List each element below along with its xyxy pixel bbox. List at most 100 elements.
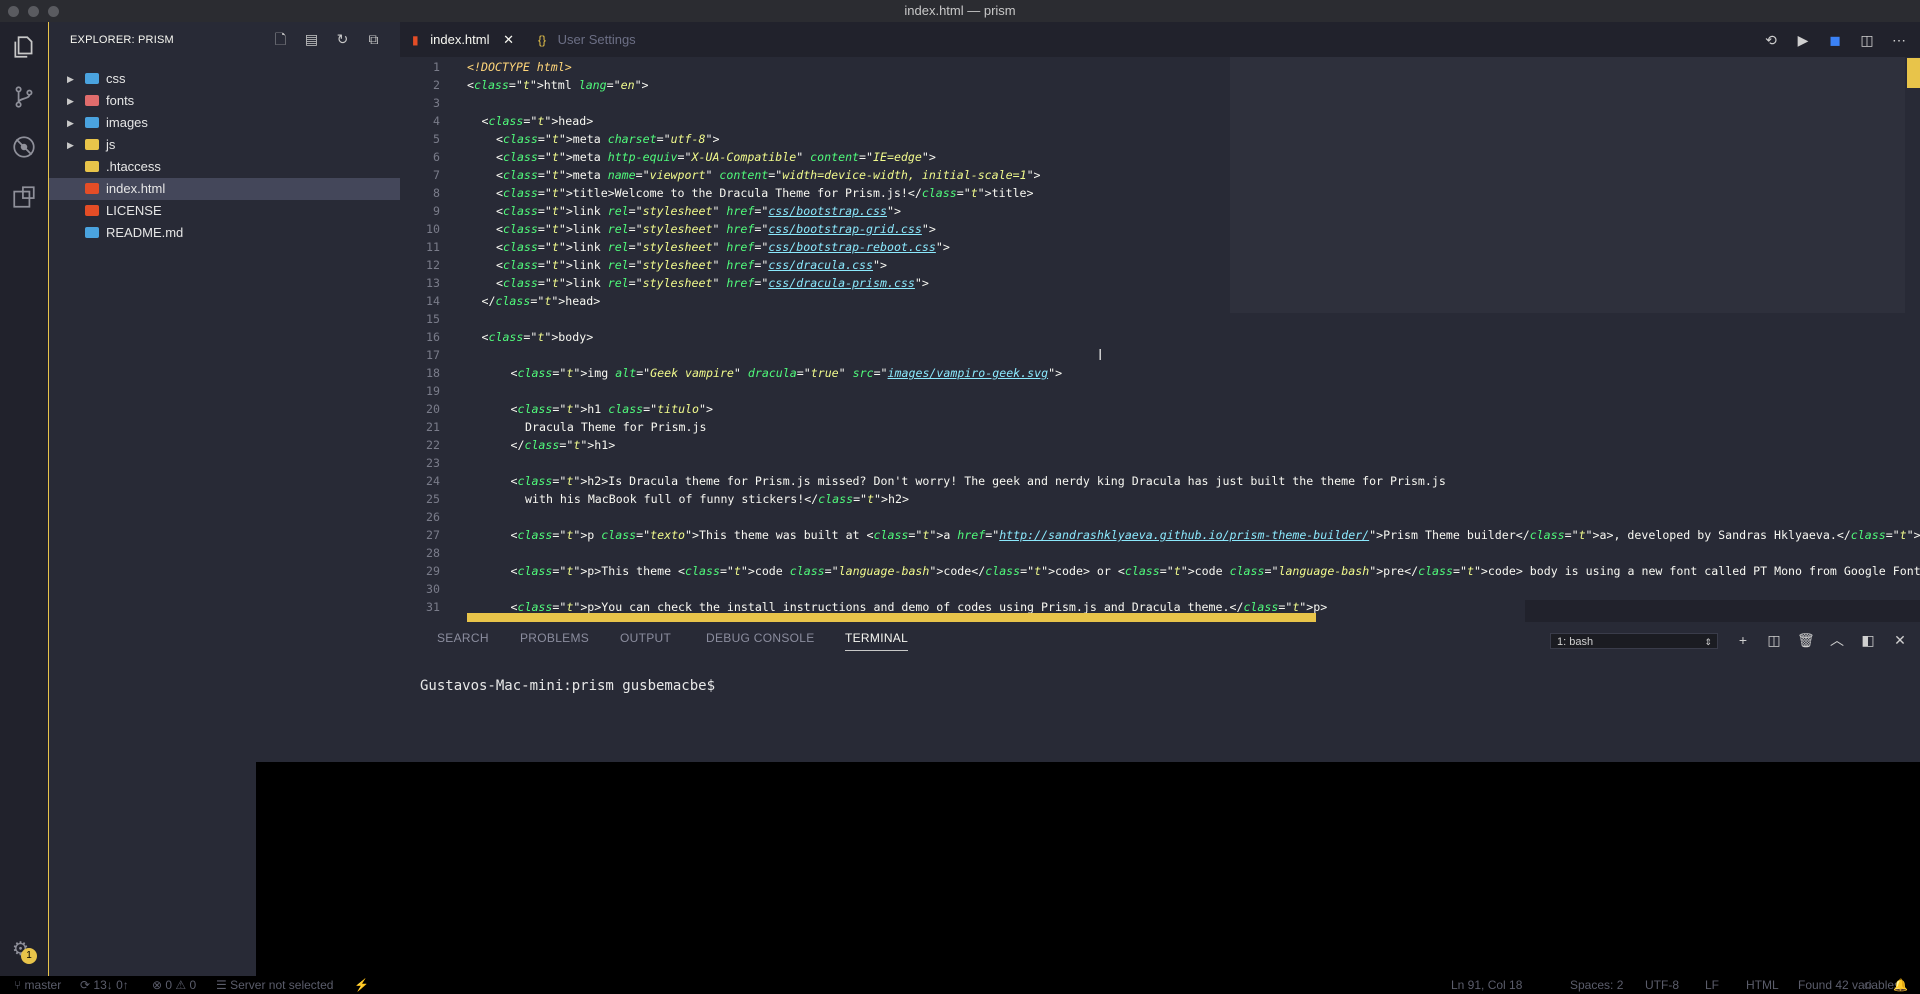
tab-output[interactable]: OUTPUT — [620, 631, 671, 645]
language-status[interactable]: HTML — [1746, 976, 1779, 994]
code-line: 8 <class="t">title>Welcome to the Dracula… — [400, 184, 1915, 202]
tab-debug-console[interactable]: DEBUG CONSOLE — [706, 631, 815, 645]
terminal-select-value: 1: bash — [1557, 636, 1594, 648]
code-line: 20 <class="t">h1 class="titulo"> — [400, 400, 1915, 418]
sync-status[interactable]: ⟳ 13↓ 0↑ — [80, 976, 129, 994]
tree-item-label: LICENSE — [106, 203, 162, 218]
collapse-all-icon[interactable]: ⧉ — [365, 31, 382, 48]
code-line: 13 <class="t">link rel="stylesheet" href=… — [400, 274, 1915, 292]
code-text: <class="t">img alt="Geek vampire" dracul… — [510, 366, 1063, 380]
variables-status: Found 42 variables — [1798, 978, 1901, 992]
code-text: <class="t">link rel="stylesheet" href="c… — [496, 204, 901, 218]
line-number: 15 — [426, 312, 440, 326]
activity-bar — [0, 22, 49, 976]
chevron-right-icon[interactable]: ▶ — [67, 90, 74, 112]
tree-item-license[interactable]: LICENSE — [49, 200, 400, 222]
tab-index-html[interactable]: ▮ index.html ✕ — [412, 22, 514, 57]
notification-badge: 1 — [21, 948, 37, 964]
code-editor[interactable]: 1 <!DOCTYPE html> 2 <class="t">html lang="e… — [400, 57, 1920, 645]
tab-problems[interactable]: PROBLEMS — [520, 631, 589, 645]
close-panel-icon[interactable]: ✕ — [1892, 632, 1908, 648]
line-number: 20 — [426, 402, 440, 416]
tab-user-settings[interactable]: {} User Settings — [538, 22, 636, 57]
branch-status[interactable]: ⑂ master — [14, 976, 61, 994]
tab-terminal[interactable]: TERMINAL — [845, 631, 909, 651]
code-line: 7 <class="t">meta name="viewport" content… — [400, 166, 1915, 184]
problems-status[interactable]: ⊗ 0 ⚠ 0 — [152, 976, 196, 994]
tree-item-htaccess[interactable]: .htaccess — [49, 156, 400, 178]
new-folder-icon[interactable]: ▤ — [303, 31, 320, 48]
indent-status[interactable]: Spaces: 2 — [1570, 976, 1623, 994]
tree-item-index-html[interactable]: index.html — [49, 178, 400, 200]
extensions-icon[interactable] — [10, 184, 38, 212]
code-text: <class="t">meta name="viewport" content=… — [496, 168, 1041, 182]
code-line: 9 <class="t">link rel="stylesheet" href="… — [400, 202, 1915, 220]
line-number: 28 — [426, 546, 440, 560]
code-text: <class="t">meta charset="utf-8"> — [496, 132, 720, 146]
split-editor-icon[interactable]: ◫ — [1858, 31, 1876, 49]
code-line: 18 <class="t">img alt="Geek vampire" drac… — [400, 364, 1915, 382]
tree-item-images[interactable]: ▶ images — [49, 112, 400, 134]
more-actions-icon[interactable]: ⋯ — [1890, 31, 1908, 49]
new-terminal-icon[interactable]: + — [1735, 632, 1751, 648]
line-number: 16 — [426, 330, 440, 344]
lightning-icon[interactable]: ⚡ — [354, 976, 369, 994]
tree-item-readme-md[interactable]: README.md — [49, 222, 400, 244]
tree-item-label: css — [106, 71, 126, 86]
maximize-panel-icon[interactable]: ︿ — [1829, 632, 1845, 648]
tab-search[interactable]: SEARCH — [437, 631, 489, 645]
line-number: 27 — [426, 528, 440, 542]
code-line: 25 with his MacBook full of funny sticker… — [400, 490, 1915, 508]
terminal-prompt[interactable]: Gustavos-Mac-mini:prism gusbemacbe$ — [420, 678, 715, 694]
code-line: 27 <class="t">p class="texto">This theme … — [400, 526, 1920, 544]
refresh-icon[interactable]: ↻ — [334, 31, 351, 48]
chevron-right-icon[interactable]: ▶ — [67, 134, 74, 156]
close-icon[interactable]: ✕ — [503, 32, 514, 47]
run-icon[interactable]: ▶ — [1794, 31, 1812, 49]
toggle-panel-position-icon[interactable]: ◧ — [1860, 632, 1876, 648]
chevron-updown-icon: ⇕ — [1704, 637, 1712, 647]
tree-item-label: fonts — [106, 93, 135, 108]
close-window-button[interactable] — [8, 6, 19, 17]
eol-status[interactable]: LF — [1705, 976, 1719, 994]
bell-icon[interactable]: 🔔 — [1893, 976, 1908, 994]
line-number: 1 — [433, 60, 440, 74]
trash-icon[interactable]: 🗑 — [1797, 632, 1815, 648]
split-terminal-icon[interactable]: ◫ — [1766, 632, 1782, 648]
code-line: 17 — [400, 346, 1915, 364]
html5-icon: ▮ — [412, 33, 419, 47]
debug-icon[interactable] — [10, 134, 38, 162]
line-number: 29 — [426, 564, 440, 578]
code-line: 30 — [400, 580, 1915, 598]
tree-item-fonts[interactable]: ▶ fonts — [49, 90, 400, 112]
terminal-select[interactable]: 1: bash ⇕ — [1550, 633, 1718, 649]
server-status[interactable]: ☰ Server not selected — [216, 976, 333, 994]
code-line: 1 <!DOCTYPE html> — [400, 58, 1915, 76]
tree-item-css[interactable]: ▶ css — [49, 68, 400, 90]
explorer-sidebar: EXPLORER: PRISM 🗋 ▤ ↻ ⧉ ▶ css ▶ fonts ▶ image… — [49, 22, 400, 762]
encoding-status[interactable]: UTF-8 — [1645, 976, 1679, 994]
line-number: 2 — [433, 78, 440, 92]
explorer-header: EXPLORER: PRISM — [70, 34, 174, 46]
chevron-right-icon[interactable]: ▶ — [67, 68, 74, 90]
open-changes-icon[interactable]: ⟲ — [1762, 31, 1780, 49]
code-line: 15 — [400, 310, 1915, 328]
chevron-right-icon[interactable]: ▶ — [67, 112, 74, 134]
deploy-icon[interactable]: ◼ — [1826, 31, 1844, 49]
source-control-icon[interactable] — [10, 84, 38, 112]
zoom-window-button[interactable] — [48, 6, 59, 17]
explorer-icon[interactable] — [10, 34, 38, 62]
line-number: 7 — [433, 168, 440, 182]
tree-item-label: README.md — [106, 225, 184, 240]
horizontal-scrollbar[interactable] — [467, 613, 1316, 622]
tree-item-label: index.html — [106, 181, 166, 196]
cursor-position[interactable]: Ln 91, Col 18 — [1451, 976, 1522, 994]
new-file-icon[interactable]: 🗋 — [272, 31, 289, 48]
code-line: 12 <class="t">link rel="stylesheet" href=… — [400, 256, 1915, 274]
minimize-window-button[interactable] — [28, 6, 39, 17]
tree-item-js[interactable]: ▶ js — [49, 134, 400, 156]
editor-actions: ⟲ ▶ ◼ ◫ ⋯ — [1762, 22, 1920, 57]
code-line: 4 <class="t">head> — [400, 112, 1915, 130]
sidebar-lower — [49, 762, 256, 976]
smiley-icon[interactable]: ☺ — [1862, 976, 1874, 994]
